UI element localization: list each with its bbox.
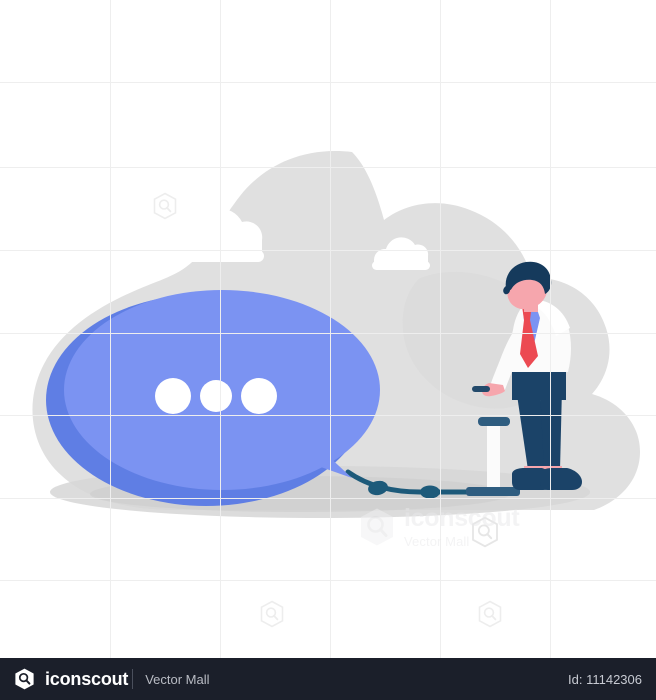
typing-dot-2 bbox=[200, 380, 232, 412]
center-watermark: iconscout Vector Mall bbox=[358, 504, 520, 549]
pump-grip bbox=[472, 386, 490, 392]
neck bbox=[524, 300, 538, 312]
iconscout-logo-icon bbox=[15, 668, 34, 690]
footer-collection-name[interactable]: Vector Mall bbox=[145, 672, 209, 687]
trousers bbox=[512, 368, 566, 400]
footer-asset-id: Id: 11142306 bbox=[568, 671, 642, 687]
center-watermark-sub: Vector Mall bbox=[404, 534, 470, 549]
iconscout-search-hexagon-icon bbox=[260, 600, 284, 628]
iconscout-search-hexagon-icon bbox=[153, 192, 177, 220]
iconscout-search-hexagon-icon bbox=[478, 600, 502, 628]
hose-bulge-two bbox=[420, 485, 440, 499]
footer-brand-text: iconscout bbox=[45, 668, 129, 689]
footer-divider bbox=[132, 669, 134, 689]
pump-handle bbox=[478, 417, 510, 426]
typing-dot-1 bbox=[155, 378, 191, 414]
footer-bar: iconscout Vector Mall Id: 11142306 bbox=[0, 658, 656, 700]
footer-brand-group[interactable]: iconscout bbox=[14, 668, 128, 690]
illustration-artwork bbox=[32, 151, 640, 518]
typing-dot-3 bbox=[241, 378, 277, 414]
pump-base bbox=[470, 487, 520, 496]
iconscout-logo-icon bbox=[361, 508, 393, 546]
screenshot-canvas: iconscout Vector Mall iconscout Vector M… bbox=[0, 0, 656, 700]
center-watermark-brand: iconscout bbox=[404, 504, 520, 532]
